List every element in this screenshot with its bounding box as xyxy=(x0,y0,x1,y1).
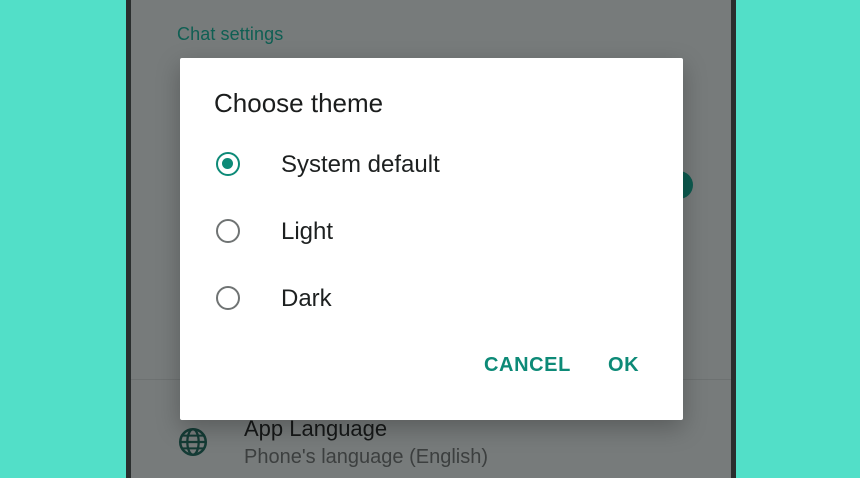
globe-icon xyxy=(178,427,208,457)
theme-option-label: Light xyxy=(281,218,334,245)
ok-button[interactable]: OK xyxy=(608,354,639,377)
app-language-subtitle: Phone's language (English) xyxy=(244,446,488,468)
dialog-actions: CANCEL OK xyxy=(180,354,683,394)
theme-option-dark[interactable]: Dark xyxy=(180,272,683,328)
radio-button-selected[interactable] xyxy=(216,152,240,176)
radio-button[interactable] xyxy=(216,219,240,243)
theme-option-label: Dark xyxy=(281,285,332,312)
choose-theme-dialog: Choose theme System default Light Dark C… xyxy=(180,58,683,420)
dialog-title: Choose theme xyxy=(214,88,384,118)
section-header-chat-settings: Chat settings xyxy=(177,24,284,44)
theme-option-label: System default xyxy=(281,151,440,178)
theme-option-light[interactable]: Light xyxy=(180,205,683,261)
radio-button[interactable] xyxy=(216,286,240,310)
cancel-button[interactable]: CANCEL xyxy=(484,354,571,377)
theme-option-system-default[interactable]: System default xyxy=(180,138,683,194)
